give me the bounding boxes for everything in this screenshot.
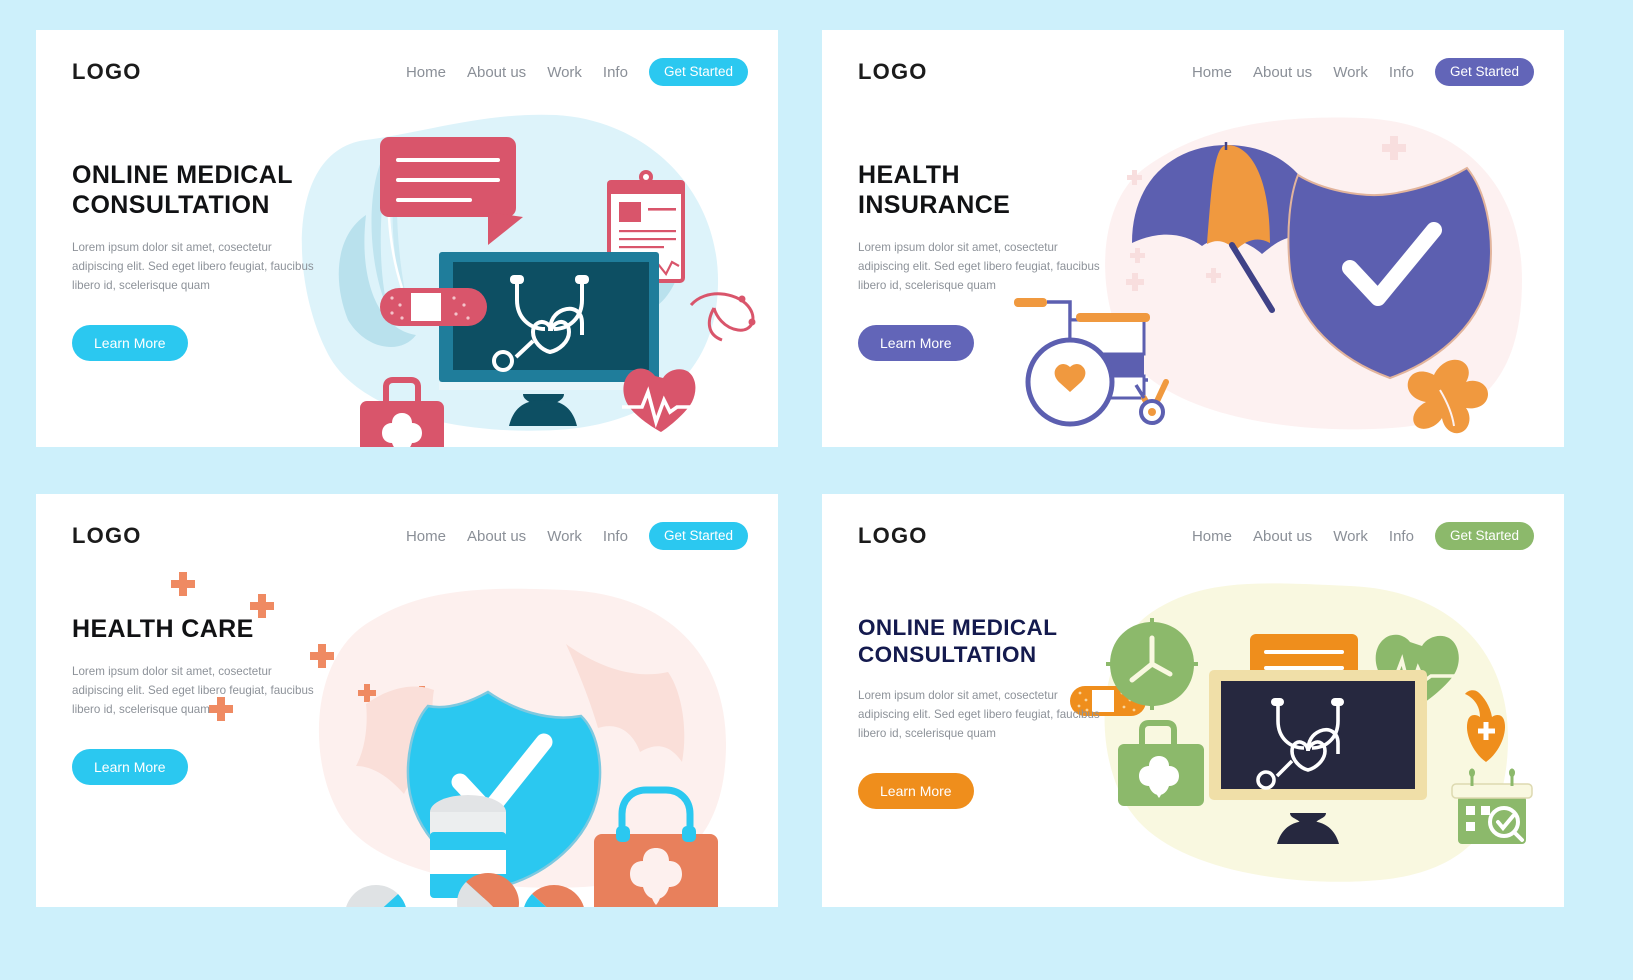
hero-copy: HEALTH CARE Lorem ipsum dolor sit amet, … (72, 614, 372, 786)
nav-link-home[interactable]: Home (1192, 528, 1232, 545)
nav-link-info[interactable]: Info (1389, 528, 1414, 545)
hero-description: Lorem ipsum dolor sit amet, cosectetur a… (858, 689, 1100, 741)
headline-line-1: ONLINE MEDICAL (72, 161, 293, 189)
landing-card-health-insurance: LOGO Home About us Work Info Get Started… (822, 30, 1564, 447)
nav-link-about-us[interactable]: About us (467, 64, 526, 81)
nav-links: Home About us Work Info Get Started (406, 57, 748, 87)
nav-link-work[interactable]: Work (547, 528, 582, 545)
nav-link-about-us[interactable]: About us (467, 528, 526, 545)
hero-description: Lorem ipsum dolor sit amet, cosectetur a… (858, 241, 1100, 293)
hero-copy: HEALTH INSURANCE Lorem ipsum dolor sit a… (858, 160, 1158, 362)
get-started-button[interactable]: Get Started (648, 521, 748, 551)
get-started-button[interactable]: Get Started (1434, 521, 1534, 551)
logo[interactable]: LOGO (858, 523, 928, 549)
headline-line-1: HEALTH (858, 161, 960, 189)
nav-links: Home About us Work Info Get Started (406, 521, 748, 551)
navbar: LOGO Home About us Work Info Get Started (36, 30, 778, 114)
logo[interactable]: LOGO (858, 59, 928, 85)
landing-card-online-medical-consultation: LOGO Home About us Work Info Get Started… (36, 30, 778, 447)
page-title: HEALTH CARE (72, 614, 372, 644)
navbar: LOGO Home About us Work Info Get Started (822, 30, 1564, 114)
nav-link-home[interactable]: Home (406, 64, 446, 81)
learn-more-button[interactable]: Learn More (858, 773, 974, 810)
page-title: ONLINE MEDICAL CONSULTATION (858, 614, 1158, 668)
nav-link-home[interactable]: Home (1192, 64, 1232, 81)
hero-copy: ONLINE MEDICAL CONSULTATION Lorem ipsum … (858, 614, 1158, 810)
nav-link-info[interactable]: Info (603, 528, 628, 545)
learn-more-button[interactable]: Learn More (72, 749, 188, 786)
headline-line-1: ONLINE MEDICAL (858, 615, 1058, 640)
nav-links: Home About us Work Info Get Started (1192, 521, 1534, 551)
hero-copy: ONLINE MEDICAL CONSULTATION Lorem ipsum … (72, 160, 372, 362)
landing-card-online-medical-consultation-green: LOGO Home About us Work Info Get Started… (822, 494, 1564, 907)
nav-link-about-us[interactable]: About us (1253, 528, 1312, 545)
headline-line-1: HEALTH CARE (72, 615, 254, 643)
page-title: HEALTH INSURANCE (858, 160, 1158, 220)
page-title: ONLINE MEDICAL CONSULTATION (72, 160, 372, 220)
nav-link-work[interactable]: Work (547, 64, 582, 81)
logo[interactable]: LOGO (72, 523, 142, 549)
get-started-button[interactable]: Get Started (1434, 57, 1534, 87)
nav-links: Home About us Work Info Get Started (1192, 57, 1534, 87)
get-started-button[interactable]: Get Started (648, 57, 748, 87)
nav-link-work[interactable]: Work (1333, 528, 1368, 545)
landing-card-health-care: LOGO Home About us Work Info Get Started… (36, 494, 778, 907)
headline-line-2: CONSULTATION (72, 191, 270, 219)
hero-description: Lorem ipsum dolor sit amet, cosectetur a… (72, 241, 314, 293)
learn-more-button[interactable]: Learn More (72, 325, 188, 362)
nav-link-about-us[interactable]: About us (1253, 64, 1312, 81)
landing-pages-collection: LOGO Home About us Work Info Get Started… (0, 0, 1633, 980)
headline-line-2: CONSULTATION (858, 642, 1037, 667)
navbar: LOGO Home About us Work Info Get Started (822, 494, 1564, 578)
nav-link-info[interactable]: Info (1389, 64, 1414, 81)
nav-link-info[interactable]: Info (603, 64, 628, 81)
hero-description: Lorem ipsum dolor sit amet, cosectetur a… (72, 665, 314, 717)
nav-link-home[interactable]: Home (406, 528, 446, 545)
navbar: LOGO Home About us Work Info Get Started (36, 494, 778, 578)
headline-line-2: INSURANCE (858, 191, 1011, 219)
learn-more-button[interactable]: Learn More (858, 325, 974, 362)
nav-link-work[interactable]: Work (1333, 64, 1368, 81)
logo[interactable]: LOGO (72, 59, 142, 85)
